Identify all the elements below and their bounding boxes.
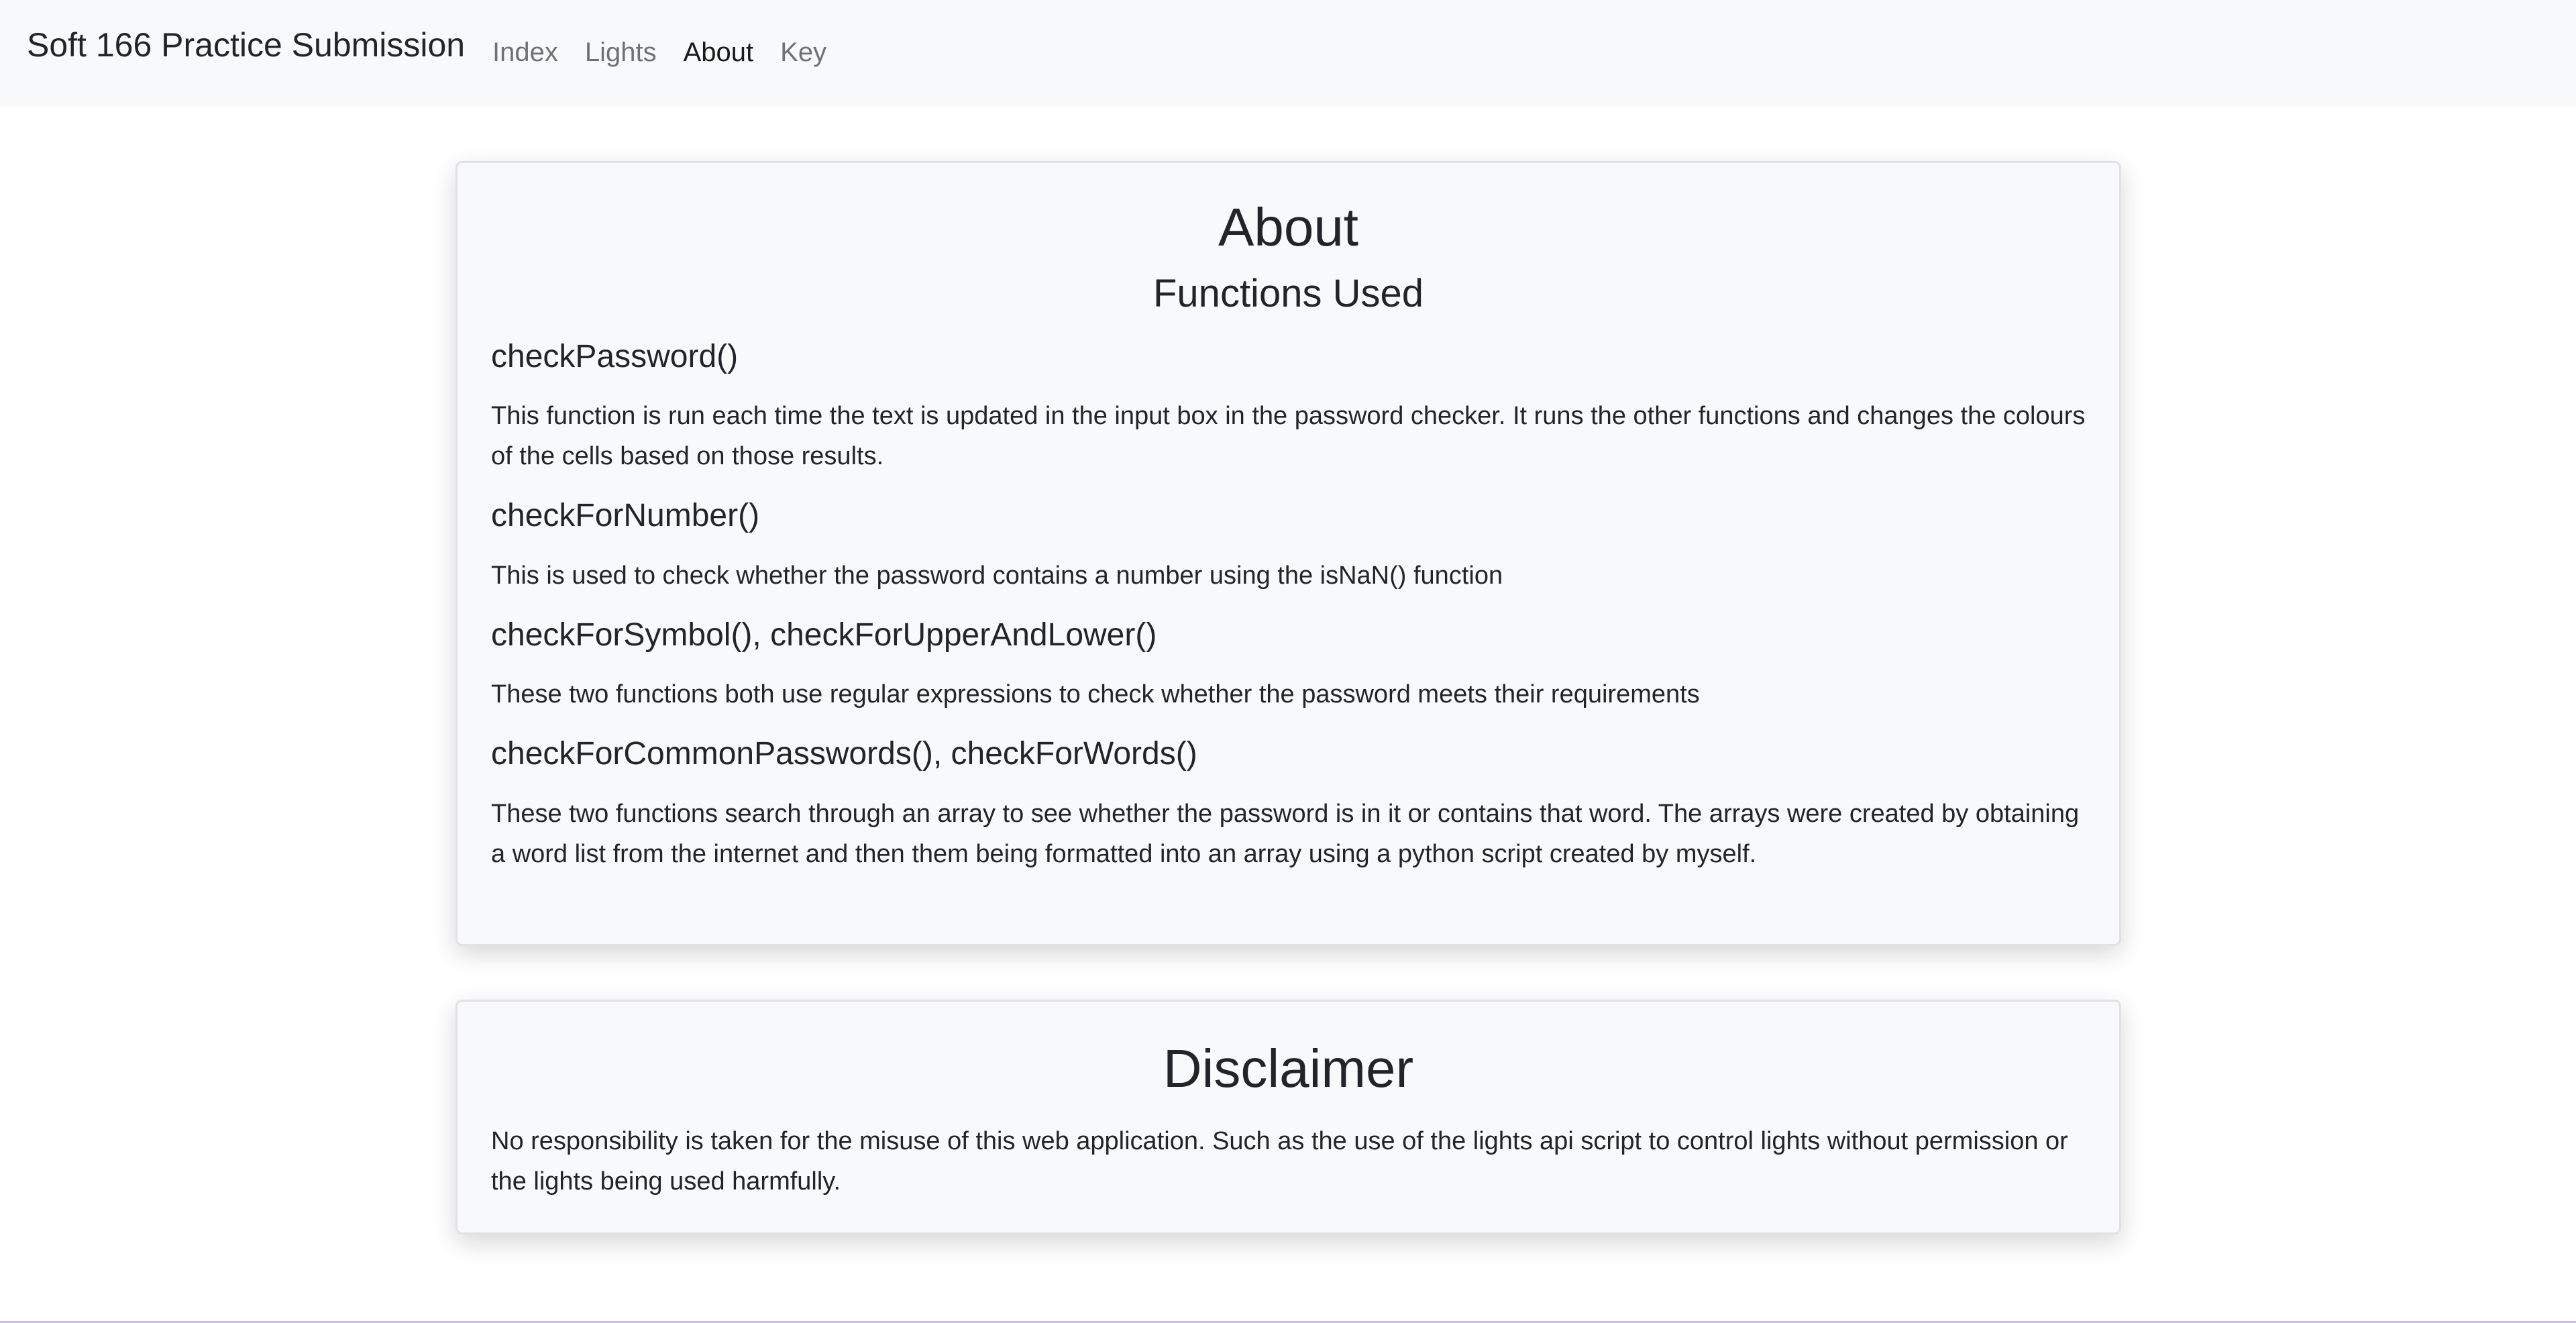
function-description: This is used to check whether the passwo…	[491, 561, 1503, 590]
disclaimer-title: Disclaimer	[1163, 1039, 1414, 1098]
nav-link-about[interactable]: About	[684, 38, 754, 68]
function-name: checkForNumber()	[491, 498, 760, 534]
function-description: This function is run each time the text …	[491, 402, 2086, 471]
nav-link-key[interactable]: Key	[780, 38, 826, 68]
function-name: checkForSymbol(), checkForUpperAndLower(…	[491, 617, 1157, 653]
nav-link-index[interactable]: Index	[492, 38, 558, 68]
functions-used-heading: Functions Used	[1153, 272, 1424, 315]
function-description: These two functions search through an ar…	[491, 799, 2080, 868]
nav-link-lights[interactable]: Lights	[585, 38, 657, 68]
disclaimer-text: No responsibility is taken for the misus…	[491, 1127, 2068, 1196]
navbar: Soft 166 Practice Submission Index Light…	[0, 0, 2576, 106]
nav-links: Index Lights About Key	[492, 38, 853, 68]
function-name: checkPassword()	[491, 338, 739, 374]
about-card: About Functions Used checkPassword() Thi…	[455, 161, 2121, 946]
brand-link[interactable]: Soft 166 Practice Submission	[27, 25, 465, 64]
function-description: These two functions both use regular exp…	[491, 680, 1700, 709]
function-name: checkForCommonPasswords(), checkForWords…	[491, 736, 1197, 772]
disclaimer-card: Disclaimer No responsibility is taken fo…	[455, 1000, 2121, 1234]
about-title: About	[1218, 197, 1359, 257]
